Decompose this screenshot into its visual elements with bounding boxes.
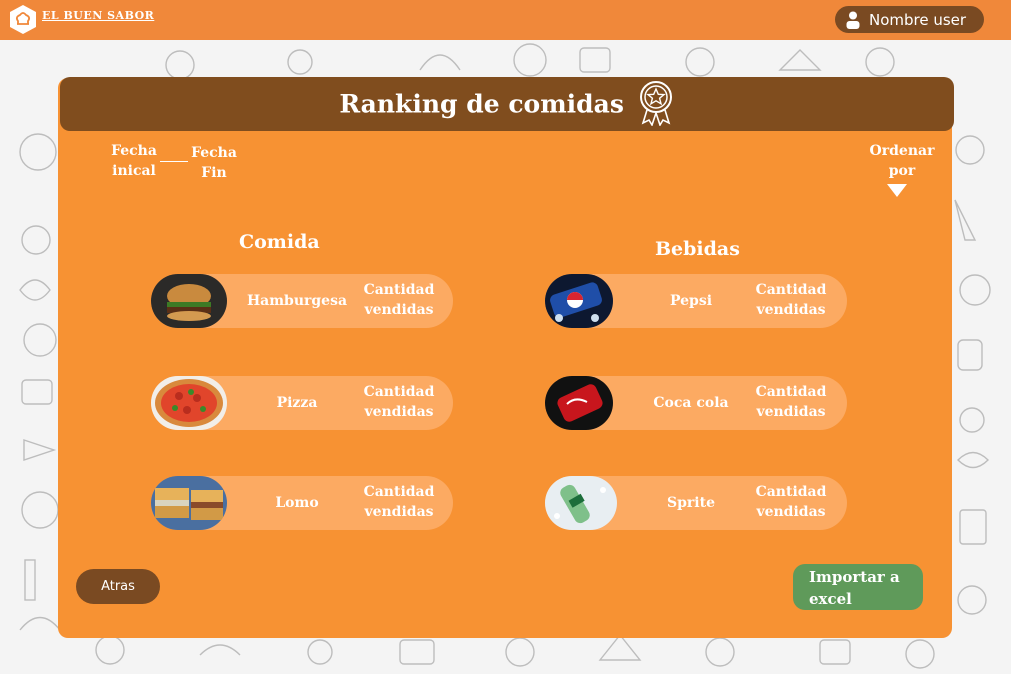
chef-hat-icon — [10, 5, 36, 34]
drink-item-sprite[interactable]: Sprite Cantidad vendidas — [545, 476, 847, 530]
food-item-name: Lomo — [275, 495, 319, 511]
drink-item-name: Sprite — [667, 495, 715, 511]
food-section-title: Comida — [239, 231, 320, 253]
drink-item-quantity: Cantidad vendidas — [755, 282, 827, 318]
award-badge-icon — [639, 81, 672, 126]
back-button[interactable]: Atras — [76, 569, 160, 604]
date-range-separator — [160, 161, 188, 162]
drink-item-name: Pepsi — [669, 293, 713, 309]
export-excel-button[interactable]: Importar a excel — [793, 564, 923, 610]
food-item-name: Hamburgesa — [246, 293, 348, 309]
top-bar: EL BUEN SABOR Nombre user — [0, 0, 1011, 40]
sort-dropdown-icon[interactable] — [887, 184, 907, 197]
burger-image — [151, 274, 227, 328]
food-item-pizza[interactable]: Pizza Cantidad vendidas — [151, 376, 453, 430]
date-from-filter[interactable]: Fecha inical — [108, 141, 160, 181]
page-title: Ranking de comidas — [60, 81, 954, 126]
food-item-quantity: Cantidad vendidas — [363, 484, 435, 520]
food-item-lomo[interactable]: Lomo Cantidad vendidas — [151, 476, 453, 530]
food-item-name: Pizza — [276, 395, 318, 411]
drink-item-quantity: Cantidad vendidas — [755, 484, 827, 520]
user-menu-button[interactable]: Nombre user — [835, 6, 984, 33]
food-item-quantity: Cantidad vendidas — [363, 282, 435, 318]
sort-by-label[interactable]: Ordenar por — [866, 141, 938, 181]
date-to-filter[interactable]: Fecha Fin — [188, 143, 240, 183]
user-name: Nombre user — [869, 10, 967, 29]
food-item-quantity: Cantidad vendidas — [363, 384, 435, 420]
brand-name: EL BUEN SABOR — [42, 9, 155, 22]
drink-item-pepsi[interactable]: Pepsi Cantidad vendidas — [545, 274, 847, 328]
page-title-text: Ranking de comidas — [339, 89, 624, 119]
person-icon — [846, 11, 860, 29]
pizza-image — [151, 376, 227, 430]
drink-item-quantity: Cantidad vendidas — [755, 384, 827, 420]
pepsi-can-image — [545, 274, 613, 328]
drink-item-coca-cola[interactable]: Coca cola Cantidad vendidas — [545, 376, 847, 430]
sandwich-image — [151, 476, 227, 530]
coca-cola-can-image — [545, 376, 613, 430]
title-bar: Ranking de comidas — [60, 77, 954, 131]
sprite-bottle-image — [545, 476, 617, 530]
food-item-hamburger[interactable]: Hamburgesa Cantidad vendidas — [151, 274, 453, 328]
drinks-section-title: Bebidas — [655, 238, 740, 260]
drink-item-name: Coca cola — [653, 395, 729, 411]
